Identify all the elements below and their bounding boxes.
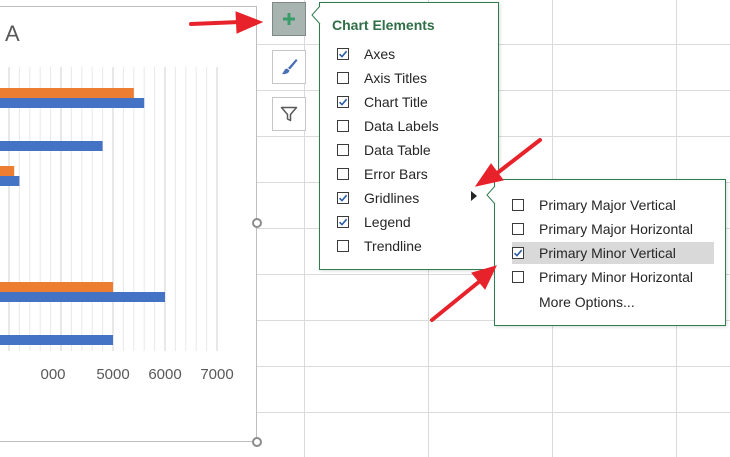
annotation-arrows bbox=[189, 11, 542, 322]
